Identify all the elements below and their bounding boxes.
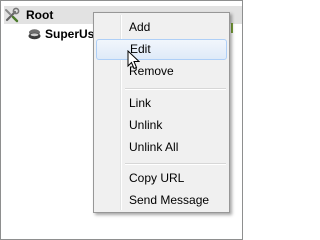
menu-item-add[interactable]: Add bbox=[96, 17, 227, 38]
menu-item-link[interactable]: Link bbox=[96, 93, 227, 114]
scroll-hint bbox=[231, 23, 233, 33]
menu-item-unlink[interactable]: Unlink bbox=[96, 115, 227, 136]
tree-node-user-label: SuperUs bbox=[45, 27, 95, 41]
context-menu: Add Edit Remove Link Unlink Unlink All C… bbox=[93, 12, 230, 213]
menu-item-unlink-label: Unlink bbox=[129, 118, 163, 132]
mouse-cursor-icon bbox=[127, 50, 140, 70]
menu-item-remove[interactable]: Remove bbox=[96, 61, 227, 82]
menu-item-link-label: Link bbox=[129, 96, 152, 110]
tools-icon bbox=[5, 7, 20, 23]
menu-item-unlink-all[interactable]: Unlink All bbox=[96, 137, 227, 158]
user-icon bbox=[28, 28, 41, 39]
menu-item-send-message-label: Send Message bbox=[129, 193, 210, 207]
menu-separator bbox=[125, 163, 226, 165]
tree-node-user[interactable]: SuperUs bbox=[28, 25, 94, 43]
tree-node-root-label: Root bbox=[26, 8, 54, 22]
menu-item-copy-url-label: Copy URL bbox=[129, 171, 185, 185]
menu-item-add-label: Add bbox=[129, 20, 151, 34]
menu-item-send-message[interactable]: Send Message bbox=[96, 190, 227, 211]
menu-item-edit[interactable]: Edit bbox=[96, 39, 227, 60]
menu-separator bbox=[125, 88, 226, 90]
menu-item-unlink-all-label: Unlink All bbox=[129, 140, 179, 154]
menu-item-copy-url[interactable]: Copy URL bbox=[96, 168, 227, 189]
